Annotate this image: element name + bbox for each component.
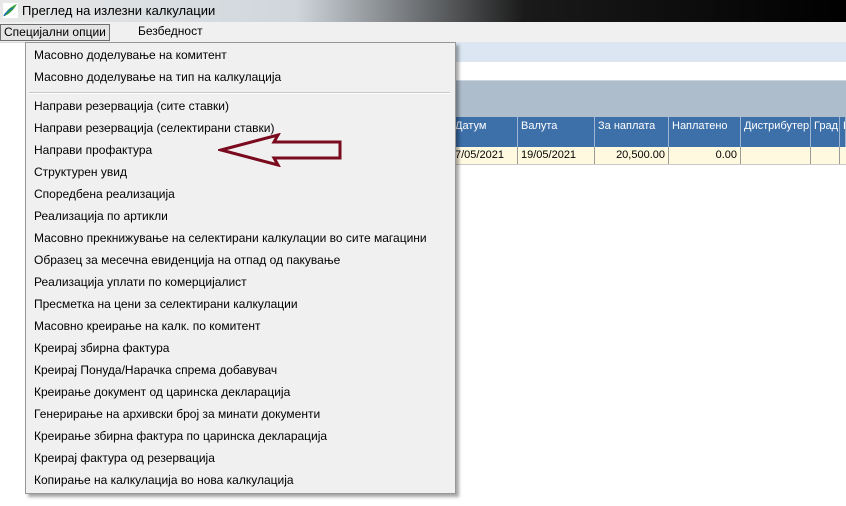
filter-strip [456,62,846,81]
menu-item-invoice-from-reservation[interactable]: Креирај фактура од резервација [34,448,215,468]
menu-item-summary-invoice-customs[interactable]: Креирање збирна фактура по царинска декл… [34,426,327,446]
menu-item-realization-by-article[interactable]: Реализација по артикли [34,206,168,226]
menu-special-options[interactable]: Специјални опции [0,24,110,41]
group-panel [456,81,846,117]
column-header-distributor[interactable]: Дистрибутер [741,117,811,147]
menu-item-mass-assign-calc-type[interactable]: Масовно доделување на тип на калкулација [34,67,281,87]
menu-security[interactable]: Безбедност [135,24,206,39]
menu-bar: Специјални опции Безбедност [0,22,846,43]
menu-item-create-offer-order[interactable]: Креирај Понуда/Нарачка спрема добавувач [34,360,277,380]
menu-item-mass-create-by-client[interactable]: Масовно креирање на калк. по комитент [34,316,260,336]
column-header-date[interactable]: Датум [452,117,518,147]
menu-item-make-proforma[interactable]: Направи профактура [34,140,152,160]
title-bar: Преглед на излезни калкулации [0,0,846,22]
calculations-grid: Датум Валута За наплата Наплатено Дистри… [452,117,846,165]
column-header-paid[interactable]: Наплатено [669,117,741,147]
column-header-to-pay[interactable]: За наплата [595,117,669,147]
table-row[interactable]: 7/05/2021 19/05/2021 20,500.00 0.00 [452,147,846,165]
menu-item-packaging-waste-form[interactable]: Образец за месечна евиденција на отпад о… [34,250,340,270]
menu-item-mass-assign-client[interactable]: Масовно доделување на комитент [34,45,227,65]
cell-distributor [741,147,811,164]
cell-paid: 0.00 [669,147,741,164]
cell-city [811,147,840,164]
menu-item-mass-rebook[interactable]: Масовно прекнижување на селектирани калк… [34,228,427,248]
left-arrow-annotation-icon [218,133,342,167]
menu-item-archive-number[interactable]: Генерирање на архивски број за минати до… [34,404,320,424]
menu-item-structured-view[interactable]: Структурен увид [34,162,127,182]
menu-item-price-calculation[interactable]: Пресметка на цени за селектирани калкула… [34,294,298,314]
column-header-city[interactable]: Град [811,117,840,147]
column-header-due-date[interactable]: Валута [518,117,595,147]
special-options-menu: Масовно доделување на комитент Масовно д… [25,42,456,494]
menu-item-copy-calculation[interactable]: Копирање на калкулација во нова калкулац… [34,470,294,490]
cell-date: 7/05/2021 [452,147,518,164]
cell-k [840,147,846,164]
grid-header: Датум Валута За наплата Наплатено Дистри… [452,117,846,147]
menu-item-payments-by-salesperson[interactable]: Реализација уплати по комерцијалист [34,272,247,292]
menu-item-comparative-realization[interactable]: Споредбена реализација [34,184,175,204]
app-logo-icon [3,3,18,18]
menu-item-doc-from-customs[interactable]: Креирање документ од царинска декларациј… [34,382,290,402]
menu-separator [29,92,450,94]
menu-item-create-summary-invoice[interactable]: Креирај збирна фактура [34,338,169,358]
cell-due-date: 19/05/2021 [518,147,595,164]
cell-to-pay: 20,500.00 [595,147,669,164]
menu-item-reserve-all[interactable]: Направи резервација (сите ставки) [34,96,229,116]
column-header-k[interactable]: К [840,117,846,147]
window-title: Преглед на излезни калкулации [22,3,216,18]
toolbar-strip [456,42,846,62]
